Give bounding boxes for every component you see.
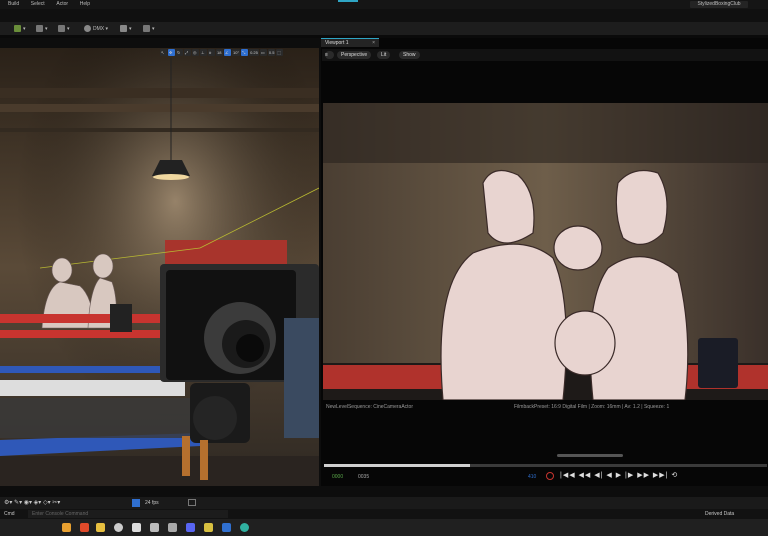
select-tool-icon[interactable]: ↖ bbox=[160, 49, 167, 56]
viewport-header: ≡ Perspective Lit Show bbox=[322, 49, 768, 61]
sequence-label: NewLevelSequence: CineCameraActor bbox=[326, 404, 413, 410]
level-viewport-toolbar: ↖ ✥ ↻ ⤢ ◎ ⊥ #18 ∠ 10° ⤡ 0.25 ▭ 0.5 ⬚ bbox=[160, 49, 318, 58]
app-icon[interactable] bbox=[168, 523, 177, 532]
github-icon[interactable] bbox=[114, 523, 123, 532]
menu-select[interactable]: Select bbox=[31, 0, 45, 9]
blueprint-button[interactable]: ▾ bbox=[36, 25, 48, 34]
camera-icon[interactable] bbox=[132, 499, 140, 507]
menu-help[interactable]: Help bbox=[80, 0, 90, 9]
main-toolbar: ▾ ▾ ▾ DMX ▾ ▾ ▾ bbox=[0, 22, 768, 36]
grid-snap-icon[interactable]: # bbox=[208, 49, 215, 56]
cinematics-button[interactable]: ▾ bbox=[58, 25, 70, 34]
globe-icon bbox=[84, 25, 91, 33]
settings-button[interactable]: ▾ bbox=[143, 25, 155, 34]
add-button[interactable]: ▾ bbox=[14, 25, 26, 34]
project-name[interactable]: StylizedBoxingClub bbox=[690, 1, 748, 8]
level-viewport[interactable] bbox=[0, 48, 319, 486]
viewport-tab-label: Viewport 1 bbox=[325, 40, 349, 46]
current-frame[interactable]: 410 bbox=[528, 474, 536, 480]
filmback-label: FilmbackPreset: 16:9 Digital Film | Zoom… bbox=[514, 404, 670, 410]
ring-rope-blue bbox=[0, 366, 160, 373]
lit-button[interactable]: Lit bbox=[377, 51, 391, 59]
record-icon[interactable] bbox=[546, 472, 554, 480]
cmd-label[interactable]: Cmd bbox=[4, 511, 15, 517]
bottom-toolbar: ⚙▾ ✎▾ ◉▾ ◈▾ ◇▾ ✂▾ 24 fps bbox=[0, 497, 768, 509]
command-bar: Cmd Enter Console Command Derived Data bbox=[0, 509, 768, 519]
playback-controls[interactable]: |◀◀ ◀◀ ◀| ◀ ▶ |▶ ▶▶ ▶▶| ⟲ bbox=[560, 471, 678, 479]
transport-bar: 0000 0035 410 |◀◀ ◀◀ ◀| ◀ ▶ |▶ ▶▶ ▶▶| ⟲ bbox=[324, 466, 768, 484]
angle-snap-icon[interactable]: ∠ bbox=[224, 49, 231, 56]
add-icon bbox=[14, 25, 21, 33]
perspective-button[interactable]: Perspective bbox=[337, 51, 372, 59]
os-taskbar bbox=[0, 519, 768, 536]
show-button[interactable]: Show bbox=[399, 51, 420, 59]
hamburger-icon[interactable]: ≡ bbox=[325, 51, 334, 59]
camera-speed[interactable]: 0.5 bbox=[267, 49, 276, 56]
terminal-icon[interactable] bbox=[132, 523, 141, 532]
camera-speed-icon[interactable]: ▭ bbox=[259, 49, 267, 56]
maximize-icon[interactable]: ⬚ bbox=[276, 49, 284, 56]
world-icon[interactable]: ◎ bbox=[192, 49, 199, 56]
ring-rope-red bbox=[0, 314, 160, 323]
blueprint-icon bbox=[36, 25, 43, 33]
menu-build[interactable]: Build bbox=[8, 0, 19, 9]
close-icon[interactable]: × bbox=[372, 39, 375, 47]
move-tool-icon[interactable]: ✥ bbox=[168, 49, 175, 56]
active-tab-indicator bbox=[338, 0, 358, 2]
app-icon[interactable] bbox=[222, 523, 231, 532]
wall-banner bbox=[165, 240, 287, 266]
discord-icon[interactable] bbox=[186, 523, 195, 532]
console-input[interactable]: Enter Console Command bbox=[28, 510, 228, 518]
menu-actor[interactable]: Actor bbox=[56, 0, 68, 9]
rotate-tool-icon[interactable]: ↻ bbox=[176, 49, 183, 56]
platform-button[interactable]: DMX ▾ bbox=[84, 25, 108, 34]
end-frame[interactable]: 0035 bbox=[358, 474, 369, 480]
menu-bar: Build Select Actor Help StylizedBoxingCl… bbox=[0, 0, 768, 9]
start-frame[interactable]: 0000 bbox=[332, 474, 343, 480]
viewport-tab[interactable]: Viewport 1 × bbox=[321, 38, 379, 47]
right-boxer-head bbox=[615, 170, 668, 245]
angle-size[interactable]: 10° bbox=[232, 49, 241, 56]
platform-label: DMX bbox=[93, 26, 105, 32]
folder-icon[interactable] bbox=[96, 523, 105, 532]
derived-data-label[interactable]: Derived Data bbox=[705, 511, 734, 517]
app-icon[interactable] bbox=[204, 523, 213, 532]
ring-post bbox=[698, 338, 738, 388]
tool-icons[interactable]: ⚙▾ ✎▾ ◉▾ ◈▾ ◇▾ ✂▾ bbox=[4, 499, 60, 506]
unreal-icon[interactable] bbox=[62, 523, 71, 532]
viewport-status-line: NewLevelSequence: CineCameraActor Filmba… bbox=[326, 404, 766, 411]
scale-size[interactable]: 0.25 bbox=[249, 49, 259, 56]
clapper-icon bbox=[58, 25, 65, 33]
scroll-thumb[interactable] bbox=[557, 454, 623, 457]
wrench-icon bbox=[120, 25, 127, 33]
grid-size[interactable]: 18 bbox=[216, 49, 223, 56]
tab-strip bbox=[0, 9, 768, 22]
menu-items: Build Select Actor Help bbox=[8, 0, 100, 9]
scale-tool-icon[interactable]: ⤢ bbox=[184, 49, 191, 56]
tools-button[interactable]: ▾ bbox=[120, 25, 132, 34]
firefox-icon[interactable] bbox=[80, 523, 89, 532]
level-scene bbox=[0, 48, 319, 486]
scale-snap-icon[interactable]: ⤡ bbox=[241, 49, 249, 56]
app-icon[interactable] bbox=[240, 523, 249, 532]
fps-label[interactable]: 24 fps bbox=[145, 500, 159, 506]
surface-snap-icon[interactable]: ⊥ bbox=[200, 49, 207, 56]
cinematic-scene bbox=[323, 103, 768, 400]
cinematic-render[interactable] bbox=[323, 103, 768, 400]
gear-icon bbox=[143, 25, 150, 33]
app-icon[interactable] bbox=[150, 523, 159, 532]
snap-icon[interactable] bbox=[188, 499, 196, 506]
